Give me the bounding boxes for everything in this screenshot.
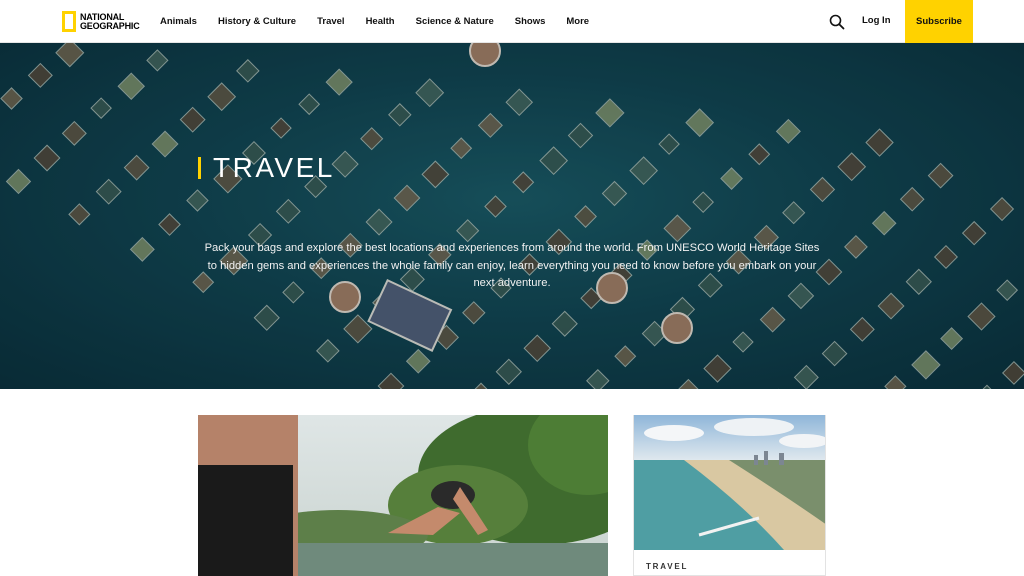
nav-travel[interactable]: Travel	[317, 16, 344, 27]
site-header: NATIONAL GEOGRAPHIC Animals History & Cu…	[0, 0, 1024, 43]
main-nav: Animals History & Culture Travel Health …	[160, 0, 610, 43]
search-icon[interactable]	[829, 14, 845, 30]
hero-description: Pack your bags and explore the best loca…	[204, 242, 820, 289]
hero-banner: TRAVEL Pack your bags and explore the be…	[0, 43, 1024, 389]
hero-title: TRAVEL	[198, 152, 335, 183]
featured-story-image	[198, 415, 608, 576]
hero-title-text: TRAVEL	[213, 152, 335, 183]
side-story-image	[634, 415, 825, 550]
logo-yellow-frame-icon	[62, 11, 76, 32]
side-story-card[interactable]: TRAVEL	[633, 415, 826, 576]
nav-shows[interactable]: Shows	[515, 16, 546, 27]
nav-science-nature[interactable]: Science & Nature	[416, 16, 494, 27]
nav-animals[interactable]: Animals	[160, 16, 197, 27]
logo-wordmark: NATIONAL GEOGRAPHIC	[80, 11, 140, 31]
login-link[interactable]: Log In	[862, 15, 891, 26]
nat-geo-logo[interactable]: NATIONAL GEOGRAPHIC	[62, 11, 140, 32]
featured-story-card[interactable]	[198, 415, 608, 576]
nav-history-culture[interactable]: History & Culture	[218, 16, 296, 27]
side-story-tag[interactable]: TRAVEL	[646, 562, 688, 571]
nav-more[interactable]: More	[566, 16, 589, 27]
subscribe-button[interactable]: Subscribe	[905, 0, 973, 43]
nav-health[interactable]: Health	[366, 16, 395, 27]
hero-overlay	[0, 43, 1024, 389]
title-accent-bar	[198, 157, 201, 179]
